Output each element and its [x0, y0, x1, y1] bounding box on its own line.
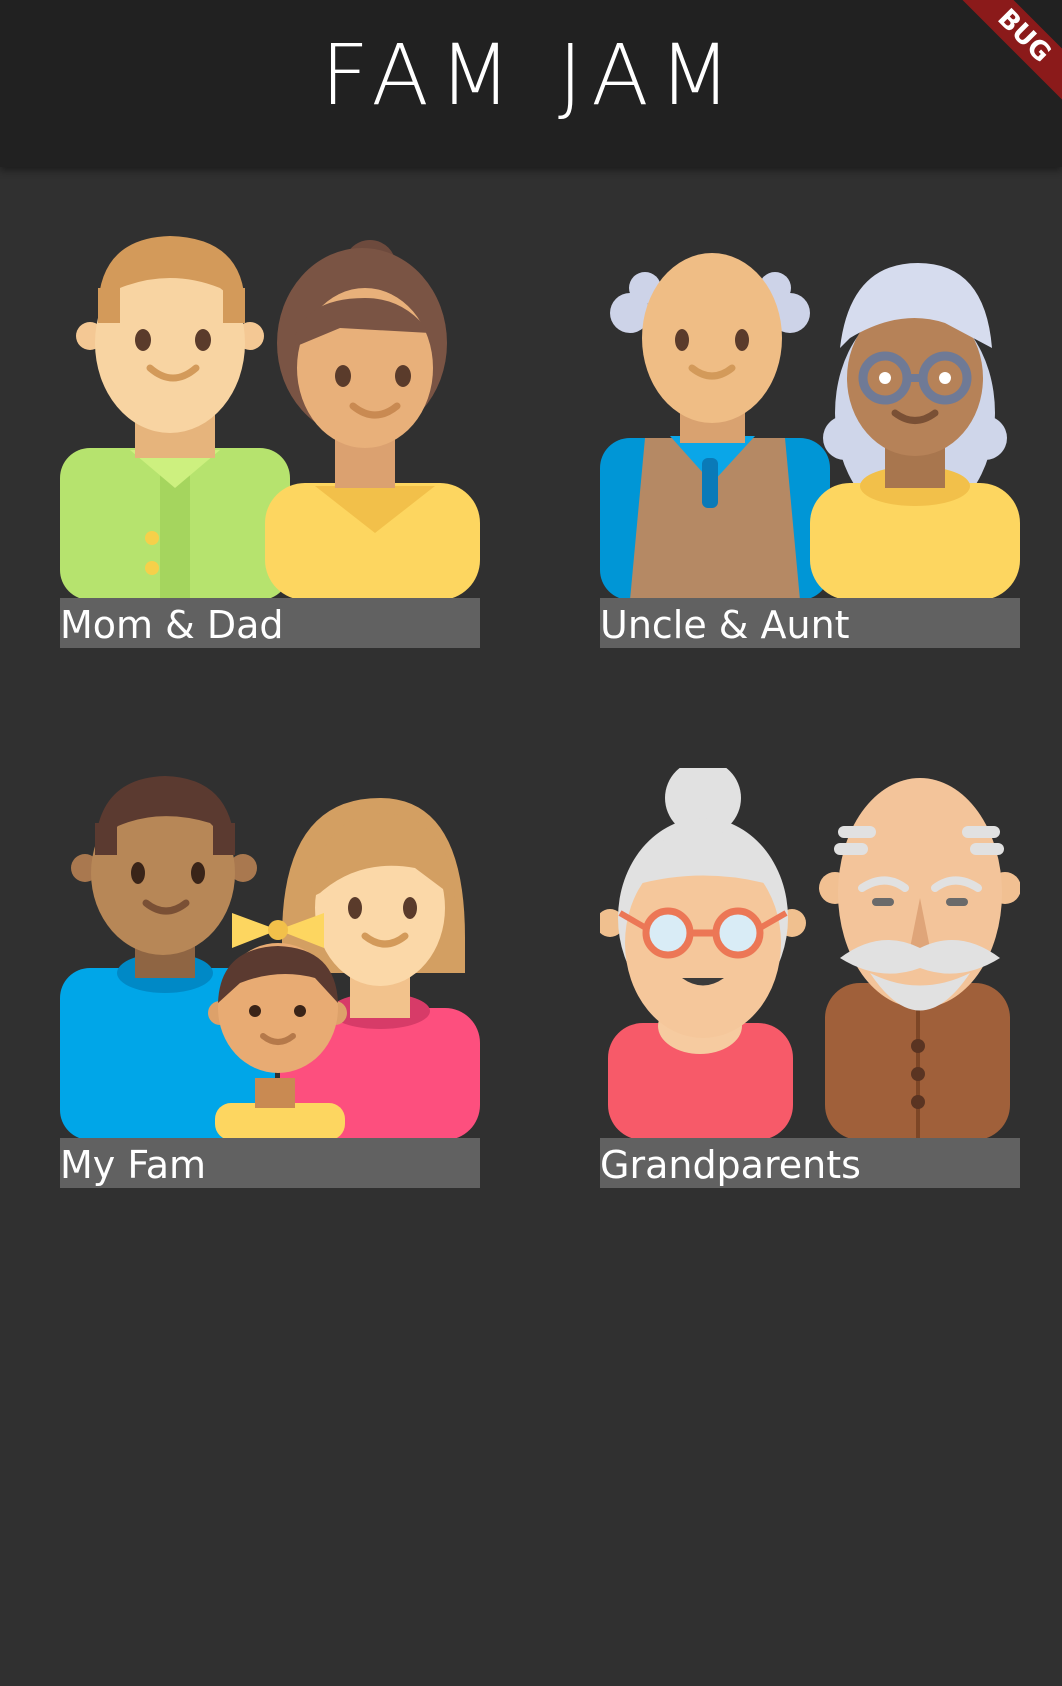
- tile-uncle-aunt[interactable]: Uncle & Aunt: [600, 228, 1020, 648]
- my-fam-illustration: [60, 776, 480, 1140]
- app-title: FAM JAM: [320, 26, 742, 124]
- tile-grandparents[interactable]: Grandparents: [600, 768, 1020, 1188]
- mom-dad-illustration: [60, 236, 480, 600]
- tile-label: My Fam: [60, 1138, 480, 1188]
- grandparents-illustration: [600, 768, 1020, 1140]
- tile-mom-dad[interactable]: Mom & Dad: [60, 228, 480, 648]
- app-bar: FAM JAM BUG: [0, 0, 1062, 167]
- tile-label: Uncle & Aunt: [600, 598, 1020, 648]
- tile-label: Grandparents: [600, 1138, 1020, 1188]
- tile-label: Mom & Dad: [60, 598, 480, 648]
- tile-my-fam[interactable]: My Fam: [60, 768, 480, 1188]
- uncle-aunt-illustration: [600, 253, 1020, 600]
